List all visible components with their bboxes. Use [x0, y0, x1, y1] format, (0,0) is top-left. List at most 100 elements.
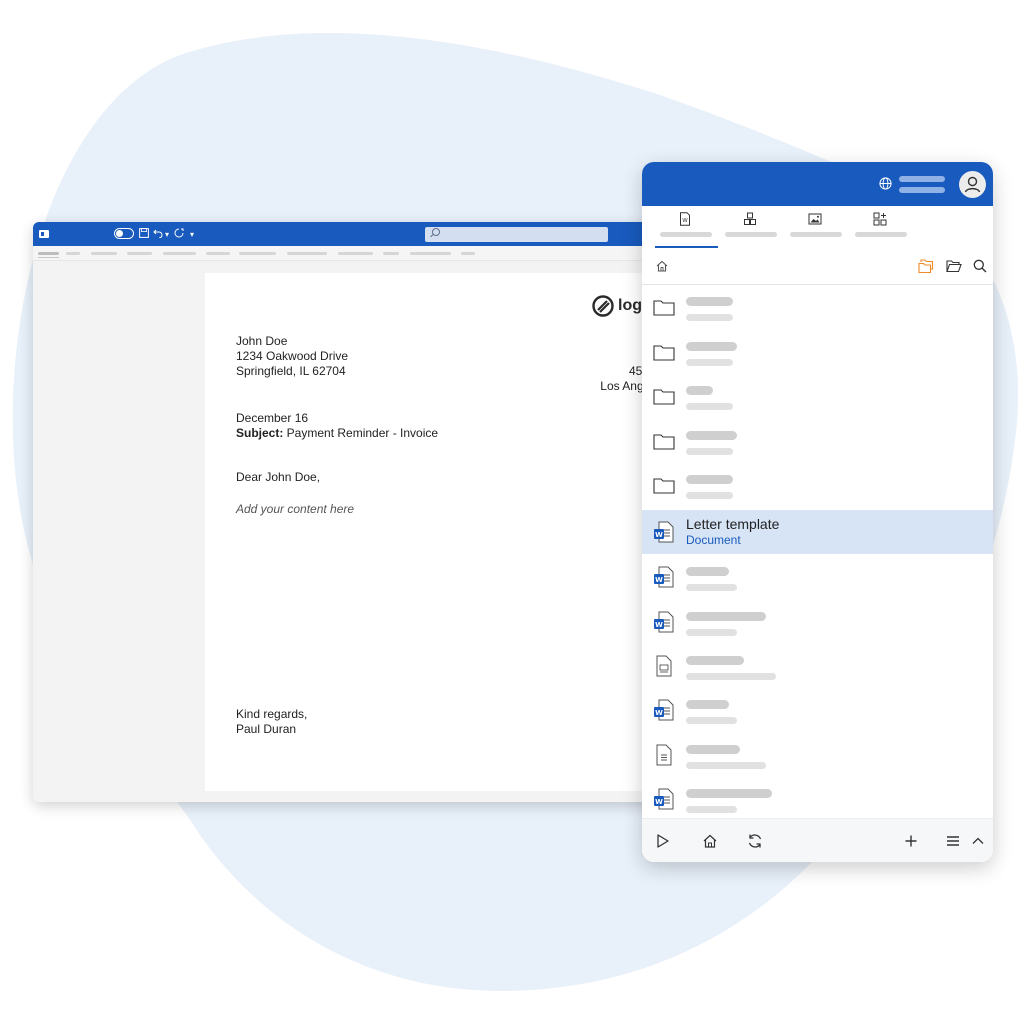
ribbon-tab-12[interactable] — [461, 252, 475, 255]
ribbon-tab-2[interactable] — [66, 252, 80, 255]
word-document-icon: W — [654, 699, 674, 721]
item-subtitle-placeholder — [686, 762, 766, 769]
logo-mark-icon — [592, 295, 614, 317]
chevron-up-icon[interactable] — [970, 833, 986, 849]
word-document-icon: W — [654, 521, 674, 543]
add-icon[interactable] — [903, 833, 919, 849]
item-subtitle-placeholder — [686, 717, 737, 724]
customize-toolbar-icon[interactable]: ▾ — [190, 226, 194, 244]
panel-header — [642, 162, 993, 206]
item-subtitle-placeholder — [686, 492, 733, 499]
tab-images[interactable] — [786, 206, 844, 248]
home-icon[interactable] — [702, 833, 718, 849]
undo-dropdown-icon[interactable]: ▾ — [165, 226, 169, 244]
subject-label: Subject: — [236, 426, 284, 440]
tab-apps[interactable] — [851, 206, 909, 248]
avatar[interactable] — [959, 171, 986, 198]
item-subtitle: Document — [686, 533, 741, 547]
ribbon-tab-3[interactable] — [91, 252, 117, 255]
svg-text:W: W — [655, 798, 663, 806]
item-title-placeholder — [686, 745, 740, 754]
folder-icon — [653, 389, 675, 405]
folder-icon — [653, 300, 675, 316]
list-item[interactable]: W — [642, 555, 993, 599]
word-document-icon: W — [654, 566, 674, 588]
text-document-icon — [656, 744, 672, 766]
globe-icon[interactable] — [879, 177, 892, 190]
folder-icon — [653, 478, 675, 494]
save-icon[interactable] — [139, 228, 149, 238]
tab-label-placeholder — [855, 232, 907, 237]
generic-document-icon — [656, 655, 672, 677]
open-folder-icon[interactable] — [946, 259, 962, 273]
ribbon-tab-7[interactable] — [239, 252, 276, 255]
panel-toolbar — [642, 248, 993, 285]
user-icon — [964, 176, 981, 193]
list-item[interactable] — [642, 374, 993, 418]
svg-text:W: W — [655, 576, 663, 584]
svg-text:W: W — [682, 218, 688, 224]
item-title: Letter template — [686, 516, 780, 532]
play-icon[interactable] — [655, 833, 671, 849]
word-app-icon[interactable] — [39, 230, 49, 238]
subject-text: Payment Reminder - Invoice — [283, 426, 439, 440]
letter-closing: Kind regards, — [236, 707, 308, 721]
item-subtitle-placeholder — [686, 448, 733, 455]
list-item[interactable] — [642, 419, 993, 463]
ribbon-tab-4[interactable] — [127, 252, 152, 255]
list-item[interactable]: W — [642, 600, 993, 644]
item-subtitle-placeholder — [686, 806, 737, 813]
word-ribbon — [33, 246, 673, 261]
list-item[interactable] — [642, 285, 993, 329]
redo-icon[interactable] — [174, 228, 184, 238]
cubes-icon — [744, 212, 756, 225]
letter-subject: Subject: Payment Reminder - Invoice — [236, 426, 438, 441]
folder-icon — [653, 345, 675, 361]
ribbon-tab-8[interactable] — [287, 252, 327, 255]
home-icon[interactable] — [656, 260, 668, 272]
item-title-placeholder — [686, 342, 737, 351]
item-subtitle-placeholder — [686, 673, 776, 680]
item-title-placeholder — [686, 431, 737, 440]
word-editor-window: ▾ ▾ logo John Doe 1234 Oakwood Drive Spr… — [33, 222, 673, 802]
refresh-icon[interactable] — [747, 833, 763, 849]
language-selector[interactable] — [899, 176, 945, 182]
word-title-bar: ▾ ▾ — [33, 222, 673, 246]
menu-icon[interactable] — [945, 833, 961, 849]
list-item[interactable] — [642, 330, 993, 374]
item-subtitle-placeholder — [686, 314, 733, 321]
document-page[interactable]: logo John Doe 1234 Oakwood Drive Springf… — [205, 273, 673, 791]
list-item[interactable] — [642, 463, 993, 507]
tab-shared[interactable] — [721, 206, 779, 248]
list-item[interactable] — [642, 733, 993, 777]
ribbon-tab-11[interactable] — [410, 252, 451, 255]
tab-label-placeholder — [725, 232, 777, 237]
item-title-placeholder — [686, 656, 744, 665]
undo-icon[interactable] — [153, 228, 163, 238]
apps-grid-icon — [873, 212, 887, 226]
search-icon[interactable] — [973, 259, 987, 273]
copy-folder-icon[interactable] — [918, 259, 934, 274]
svg-text:W: W — [655, 531, 663, 539]
letter-greeting: Dear John Doe, — [236, 470, 321, 484]
ribbon-tab-6[interactable] — [206, 252, 230, 255]
panel-tabs: W ⋮ — [642, 206, 993, 278]
item-subtitle-placeholder — [686, 359, 733, 366]
list-item[interactable] — [642, 644, 993, 688]
list-item-selected[interactable]: W Letter template Document — [642, 510, 993, 554]
ribbon-tab-9[interactable] — [338, 252, 373, 255]
autosave-toggle[interactable] — [114, 228, 134, 239]
word-document-icon: W — [654, 788, 674, 810]
ribbon-tab-10[interactable] — [383, 252, 399, 255]
content-placeholder[interactable]: Add your content here — [236, 502, 354, 517]
tab-documents[interactable]: W — [656, 206, 714, 248]
panel-bottom-bar — [642, 818, 993, 862]
ribbon-tab-1[interactable] — [38, 252, 59, 258]
image-gallery-icon — [808, 213, 822, 225]
item-title-placeholder — [686, 700, 729, 709]
list-item[interactable]: W — [642, 688, 993, 732]
list-item[interactable]: W — [642, 777, 993, 821]
word-search-box[interactable] — [425, 227, 608, 242]
ribbon-tab-5[interactable] — [163, 252, 196, 255]
sender-name: John Doe — [236, 334, 288, 348]
